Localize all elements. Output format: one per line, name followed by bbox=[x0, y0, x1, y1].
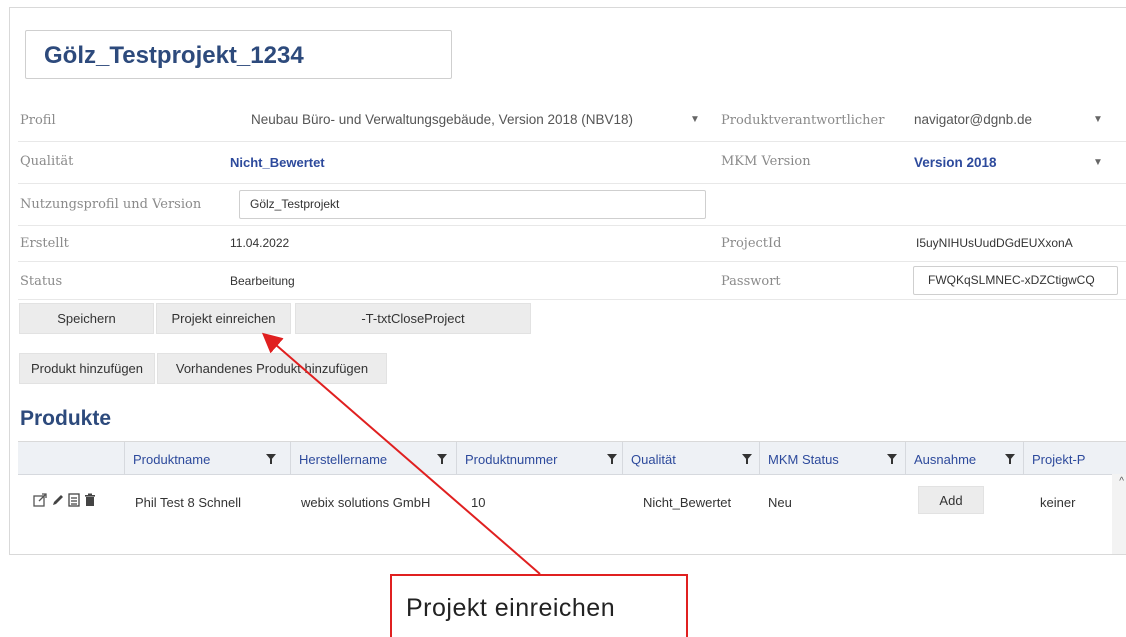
erstellt-value: 11.04.2022 bbox=[230, 236, 290, 250]
chevron-down-icon: ▼ bbox=[690, 114, 700, 125]
mkm-version-value: Version 2018 bbox=[914, 154, 997, 170]
products-table: Produktname Herstellername Produktnummer… bbox=[18, 441, 1126, 555]
col-produktname[interactable]: Produktname bbox=[125, 442, 291, 475]
chevron-down-icon: ▼ bbox=[1093, 114, 1103, 125]
filter-icon[interactable] bbox=[742, 454, 752, 464]
profil-value: Neubau Büro- und Verwaltungsgebäude, Ver… bbox=[251, 111, 634, 127]
cell-projekt-p: keiner bbox=[1040, 495, 1076, 510]
projectid-value: I5uyNIHUsUudDGdEUXxonA bbox=[916, 236, 1073, 250]
cell-herstellername: webix solutions GmbH bbox=[301, 495, 431, 510]
row-status: Status Bearbeitung Passwort FWQKqSLMNEC-… bbox=[18, 262, 1126, 300]
produkt-hinzufuegen-button[interactable]: Produkt hinzufügen bbox=[19, 353, 155, 384]
add-ausnahme-button[interactable]: Add bbox=[918, 486, 984, 514]
erstellt-label: Erstellt bbox=[20, 236, 69, 251]
passwort-label: Passwort bbox=[721, 274, 781, 289]
nutzungsprofil-label: Nutzungsprofil und Version bbox=[20, 197, 202, 212]
col-qualitaet[interactable]: Qualität bbox=[623, 442, 760, 475]
filter-icon[interactable] bbox=[607, 454, 617, 464]
mkm-version-select[interactable]: Version 2018 ▼ bbox=[911, 147, 1111, 177]
produktverantwortlicher-value: navigator@dgnb.de bbox=[914, 111, 1033, 127]
project-title-field[interactable]: Gölz_Testprojekt_1234 bbox=[25, 30, 452, 79]
qualitaet-label: Qualität bbox=[20, 154, 74, 169]
close-project-button[interactable]: -T-txtCloseProject bbox=[295, 303, 531, 334]
col-ausnahme[interactable]: Ausnahme bbox=[906, 442, 1024, 475]
profil-select[interactable]: Neubau Büro- und Verwaltungsgebäude, Ver… bbox=[248, 104, 706, 134]
trash-icon[interactable] bbox=[84, 493, 96, 510]
annotation-callout: Projekt einreichen bbox=[390, 574, 688, 637]
pencil-icon[interactable] bbox=[51, 493, 64, 510]
profil-label: Profil bbox=[20, 113, 56, 128]
projekt-einreichen-button[interactable]: Projekt einreichen bbox=[156, 303, 291, 334]
status-label: Status bbox=[20, 274, 63, 289]
produktverantwortlicher-label: Produktverantwortlicher bbox=[721, 113, 885, 128]
mkm-version-label: MKM Version bbox=[721, 154, 811, 169]
qualitaet-value: Nicht_Bewertet bbox=[230, 155, 325, 170]
callout-text: Projekt einreichen bbox=[406, 594, 616, 622]
document-icon[interactable] bbox=[68, 493, 80, 510]
open-external-icon[interactable] bbox=[33, 493, 47, 510]
passwort-input[interactable]: FWQKqSLMNEC-xDZCtigwCQ bbox=[913, 266, 1118, 295]
products-section-title: Produkte bbox=[20, 407, 112, 430]
cell-mkm-status: Neu bbox=[768, 495, 792, 510]
row-qualitaet: Qualität Nicht_Bewertet MKM Version Vers… bbox=[18, 142, 1126, 184]
cell-qualitaet: Nicht_Bewertet bbox=[643, 495, 732, 510]
col-actions bbox=[18, 442, 125, 475]
chevron-up-icon[interactable]: ^ bbox=[1119, 476, 1124, 487]
table-header: Produktname Herstellername Produktnummer… bbox=[18, 442, 1126, 475]
project-title: Gölz_Testprojekt_1234 bbox=[44, 42, 304, 69]
filter-icon[interactable] bbox=[266, 454, 276, 464]
filter-icon[interactable] bbox=[1005, 454, 1015, 464]
col-herstellername[interactable]: Herstellername bbox=[291, 442, 457, 475]
cell-produktnummer: 10 bbox=[471, 495, 486, 510]
row-nutzungsprofil: Nutzungsprofil und Version Gölz_Testproj… bbox=[18, 184, 1126, 226]
speichern-button[interactable]: Speichern bbox=[19, 303, 154, 334]
filter-icon[interactable] bbox=[887, 454, 897, 464]
cell-produktname: Phil Test 8 Schnell bbox=[135, 495, 241, 510]
nutzungsprofil-input[interactable]: Gölz_Testprojekt bbox=[239, 190, 706, 219]
col-mkm-status[interactable]: MKM Status bbox=[760, 442, 906, 475]
status-value: Bearbeitung bbox=[230, 274, 295, 288]
passwort-value: FWQKqSLMNEC-xDZCtigwCQ bbox=[928, 273, 1095, 287]
row-erstellt: Erstellt 11.04.2022 ProjectId I5uyNIHUsU… bbox=[18, 226, 1126, 262]
col-produktnummer[interactable]: Produktnummer bbox=[457, 442, 623, 475]
filter-icon[interactable] bbox=[437, 454, 447, 464]
row-profil: Profil Neubau Büro- und Verwaltungsgebäu… bbox=[18, 97, 1126, 142]
col-projekt-p[interactable]: Projekt-P bbox=[1024, 442, 1126, 475]
vorhandenes-produkt-button[interactable]: Vorhandenes Produkt hinzufügen bbox=[157, 353, 387, 384]
produktverantwortlicher-select[interactable]: navigator@dgnb.de ▼ bbox=[911, 104, 1111, 134]
chevron-down-icon: ▼ bbox=[1093, 157, 1103, 168]
nutzungsprofil-value: Gölz_Testprojekt bbox=[250, 197, 340, 211]
projectid-label: ProjectId bbox=[721, 236, 782, 251]
